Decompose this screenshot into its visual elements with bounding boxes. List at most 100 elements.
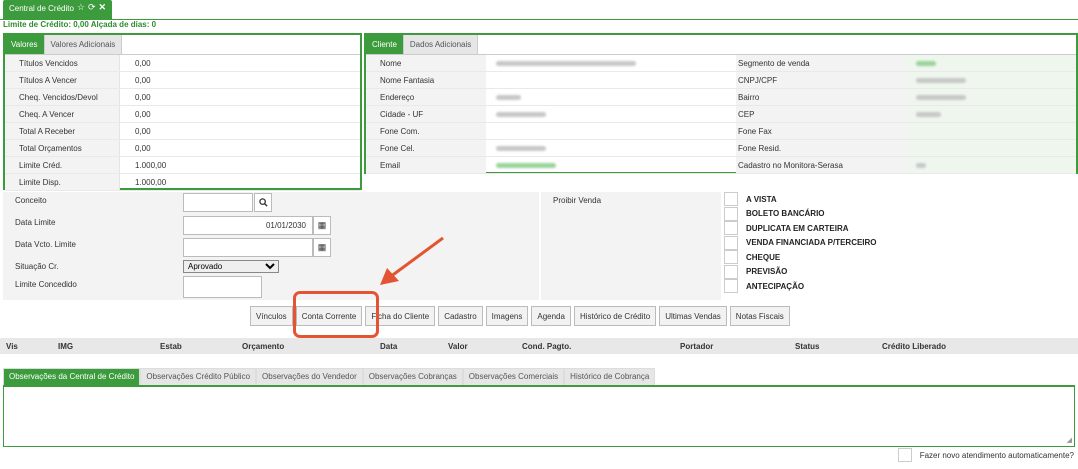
- tab-valores-adicionais[interactable]: Valores Adicionais: [44, 35, 123, 54]
- conceito-input[interactable]: [183, 193, 253, 212]
- credit-limit-summary: Limite de Crédito: 0,00 Alçada de dias: …: [3, 20, 157, 29]
- situacao-select[interactable]: Aprovado: [183, 260, 279, 273]
- vinculos-button[interactable]: Vínculos: [250, 306, 293, 326]
- client-field-label: CNPJ/CPF: [736, 72, 906, 88]
- resize-handle-icon[interactable]: ◢: [1067, 436, 1072, 444]
- grid-column-header[interactable]: IMG: [58, 342, 73, 351]
- client-field-label: Fone Resid.: [736, 140, 906, 156]
- situacao-label: Situação Cr.: [15, 262, 59, 271]
- client-field-value: [906, 140, 1076, 156]
- payment-option-label: DUPLICATA EM CARTEIRA: [746, 223, 849, 233]
- client-field-value: [906, 72, 1076, 88]
- values-row: Títulos Vencidos 0,00: [5, 55, 360, 72]
- observation-tab[interactable]: Observações da Central de Crédito: [3, 368, 141, 385]
- grid-column-header[interactable]: Data: [380, 342, 397, 351]
- client-panel: Cliente Dados Adicionais Nome Segmento de…: [364, 33, 1078, 174]
- client-row: Cidade - UF CEP: [366, 106, 1076, 123]
- payment-option-checkbox[interactable]: [724, 206, 738, 221]
- payment-option[interactable]: VENDA FINANCIADA P/TERCEIRO: [724, 235, 877, 251]
- payment-option[interactable]: DUPLICATA EM CARTEIRA: [724, 221, 877, 236]
- values-row-label: Cheq. Vencidos/Devol: [5, 89, 120, 105]
- redacted-value: [916, 162, 926, 168]
- payment-option[interactable]: A VISTA: [724, 192, 877, 207]
- tab-valores[interactable]: Valores: [5, 35, 45, 54]
- tab-cliente[interactable]: Cliente: [366, 35, 404, 54]
- client-field-label: Email: [366, 157, 486, 173]
- data-vcto-limite-input[interactable]: [183, 238, 313, 257]
- client-field-label: Bairro: [736, 89, 906, 105]
- calendar-icon[interactable]: ▦: [313, 216, 331, 235]
- cadastro-button[interactable]: Cadastro: [438, 306, 483, 326]
- grid-column-header[interactable]: Cond. Pagto.: [522, 342, 571, 351]
- search-icon[interactable]: [254, 193, 272, 212]
- payment-option-checkbox[interactable]: [724, 250, 738, 265]
- payment-option-checkbox[interactable]: [724, 192, 738, 207]
- limite-concedido-input[interactable]: [183, 276, 262, 298]
- payment-option-label: BOLETO BANCÁRIO: [746, 209, 825, 219]
- values-panel: Valores Valores Adicionais Títulos Venci…: [3, 33, 362, 191]
- window-title-tab[interactable]: Central de Crédito ☆ ⟳ ✕: [3, 0, 113, 19]
- payment-option-label: CHEQUE: [746, 252, 781, 262]
- star-icon[interactable]: ☆: [77, 2, 85, 13]
- grid-column-header[interactable]: Orçamento: [242, 342, 284, 351]
- client-field-value: [486, 140, 736, 156]
- grid-column-header[interactable]: Estab: [160, 342, 182, 351]
- values-row-label: Cheq. A Vencer: [5, 106, 120, 122]
- redacted-value: [916, 94, 966, 100]
- historico-credito-button[interactable]: Histórico de Crédito: [573, 306, 657, 326]
- calendar-icon[interactable]: ▦: [313, 238, 331, 257]
- payment-option-checkbox[interactable]: [724, 264, 738, 279]
- grid-column-header[interactable]: Valor: [448, 342, 468, 351]
- tab-dados-adicionais[interactable]: Dados Adicionais: [403, 35, 479, 54]
- conceito-label: Conceito: [15, 196, 47, 205]
- grid-column-header[interactable]: Status: [795, 342, 819, 351]
- client-field-value: [906, 106, 1076, 122]
- observation-tab[interactable]: Observações Crédito Público: [140, 368, 257, 385]
- values-row-label: Limite Créd.: [5, 157, 120, 173]
- agenda-button[interactable]: Agenda: [531, 306, 571, 326]
- imagens-button[interactable]: Imagens: [485, 306, 529, 326]
- grid-column-header[interactable]: Vis: [6, 342, 18, 351]
- client-field-value: [906, 157, 1076, 173]
- values-row-value: 1.000,00: [135, 177, 167, 187]
- observation-tab[interactable]: Observações do Vendedor: [256, 368, 363, 385]
- redacted-value: [916, 77, 966, 83]
- values-row-label: Limite Disp.: [5, 174, 120, 190]
- redacted-value: [496, 60, 636, 66]
- data-limite-value: 01/01/2030: [265, 221, 306, 230]
- payment-option[interactable]: ANTECIPAÇÃO: [724, 279, 877, 294]
- values-row-label: Total Orçamentos: [5, 140, 120, 156]
- observation-tab[interactable]: Observações Cobranças: [362, 368, 463, 385]
- redacted-value: [916, 111, 941, 117]
- grid-column-header[interactable]: Portador: [680, 342, 713, 351]
- auto-attend-checkbox[interactable]: [897, 448, 912, 462]
- notas-fiscais-button[interactable]: Notas Fiscais: [729, 306, 790, 326]
- client-row: Fone Cel. Fone Resid.: [366, 140, 1076, 157]
- values-row-value: 1.000,00: [135, 160, 167, 170]
- close-icon[interactable]: ✕: [99, 2, 107, 13]
- ultimas-vendas-button[interactable]: Ultimas Vendas: [659, 306, 727, 326]
- observation-tab[interactable]: Histórico de Cobrança: [564, 368, 656, 385]
- credit-form: Conceito Data Limite 01/01/2030 ▦ Data V…: [3, 192, 539, 300]
- values-row: Limite Disp. 1.000,00: [5, 174, 360, 191]
- refresh-icon[interactable]: ⟳: [88, 2, 96, 13]
- client-field-label: Nome: [366, 55, 486, 71]
- grid-column-header[interactable]: Crédito Liberado: [882, 342, 946, 351]
- payment-option[interactable]: BOLETO BANCÁRIO: [724, 206, 877, 222]
- payment-option[interactable]: CHEQUE: [724, 250, 877, 265]
- payment-option-checkbox[interactable]: [724, 221, 738, 236]
- payment-option-checkbox[interactable]: [724, 235, 738, 250]
- client-field-value: [486, 89, 736, 105]
- observation-tab[interactable]: Observações Comerciais: [462, 368, 565, 385]
- client-row: Endereço Bairro: [366, 89, 1076, 106]
- values-row: Cheq. A Vencer 0,00: [5, 106, 360, 123]
- payment-options-list: A VISTA BOLETO BANCÁRIO DUPLICATA EM CARTE…: [724, 192, 877, 294]
- payment-option-checkbox[interactable]: [724, 279, 738, 294]
- payment-option[interactable]: PREVISÃO: [724, 264, 877, 280]
- observations-textarea[interactable]: ◢: [3, 385, 1075, 447]
- client-field-label: Cadastro no Monitora-Serasa: [736, 157, 906, 173]
- redacted-value: [916, 60, 936, 66]
- client-field-label: Segmento de venda: [736, 55, 906, 71]
- data-limite-input[interactable]: 01/01/2030: [183, 216, 313, 235]
- redacted-value: [496, 94, 521, 100]
